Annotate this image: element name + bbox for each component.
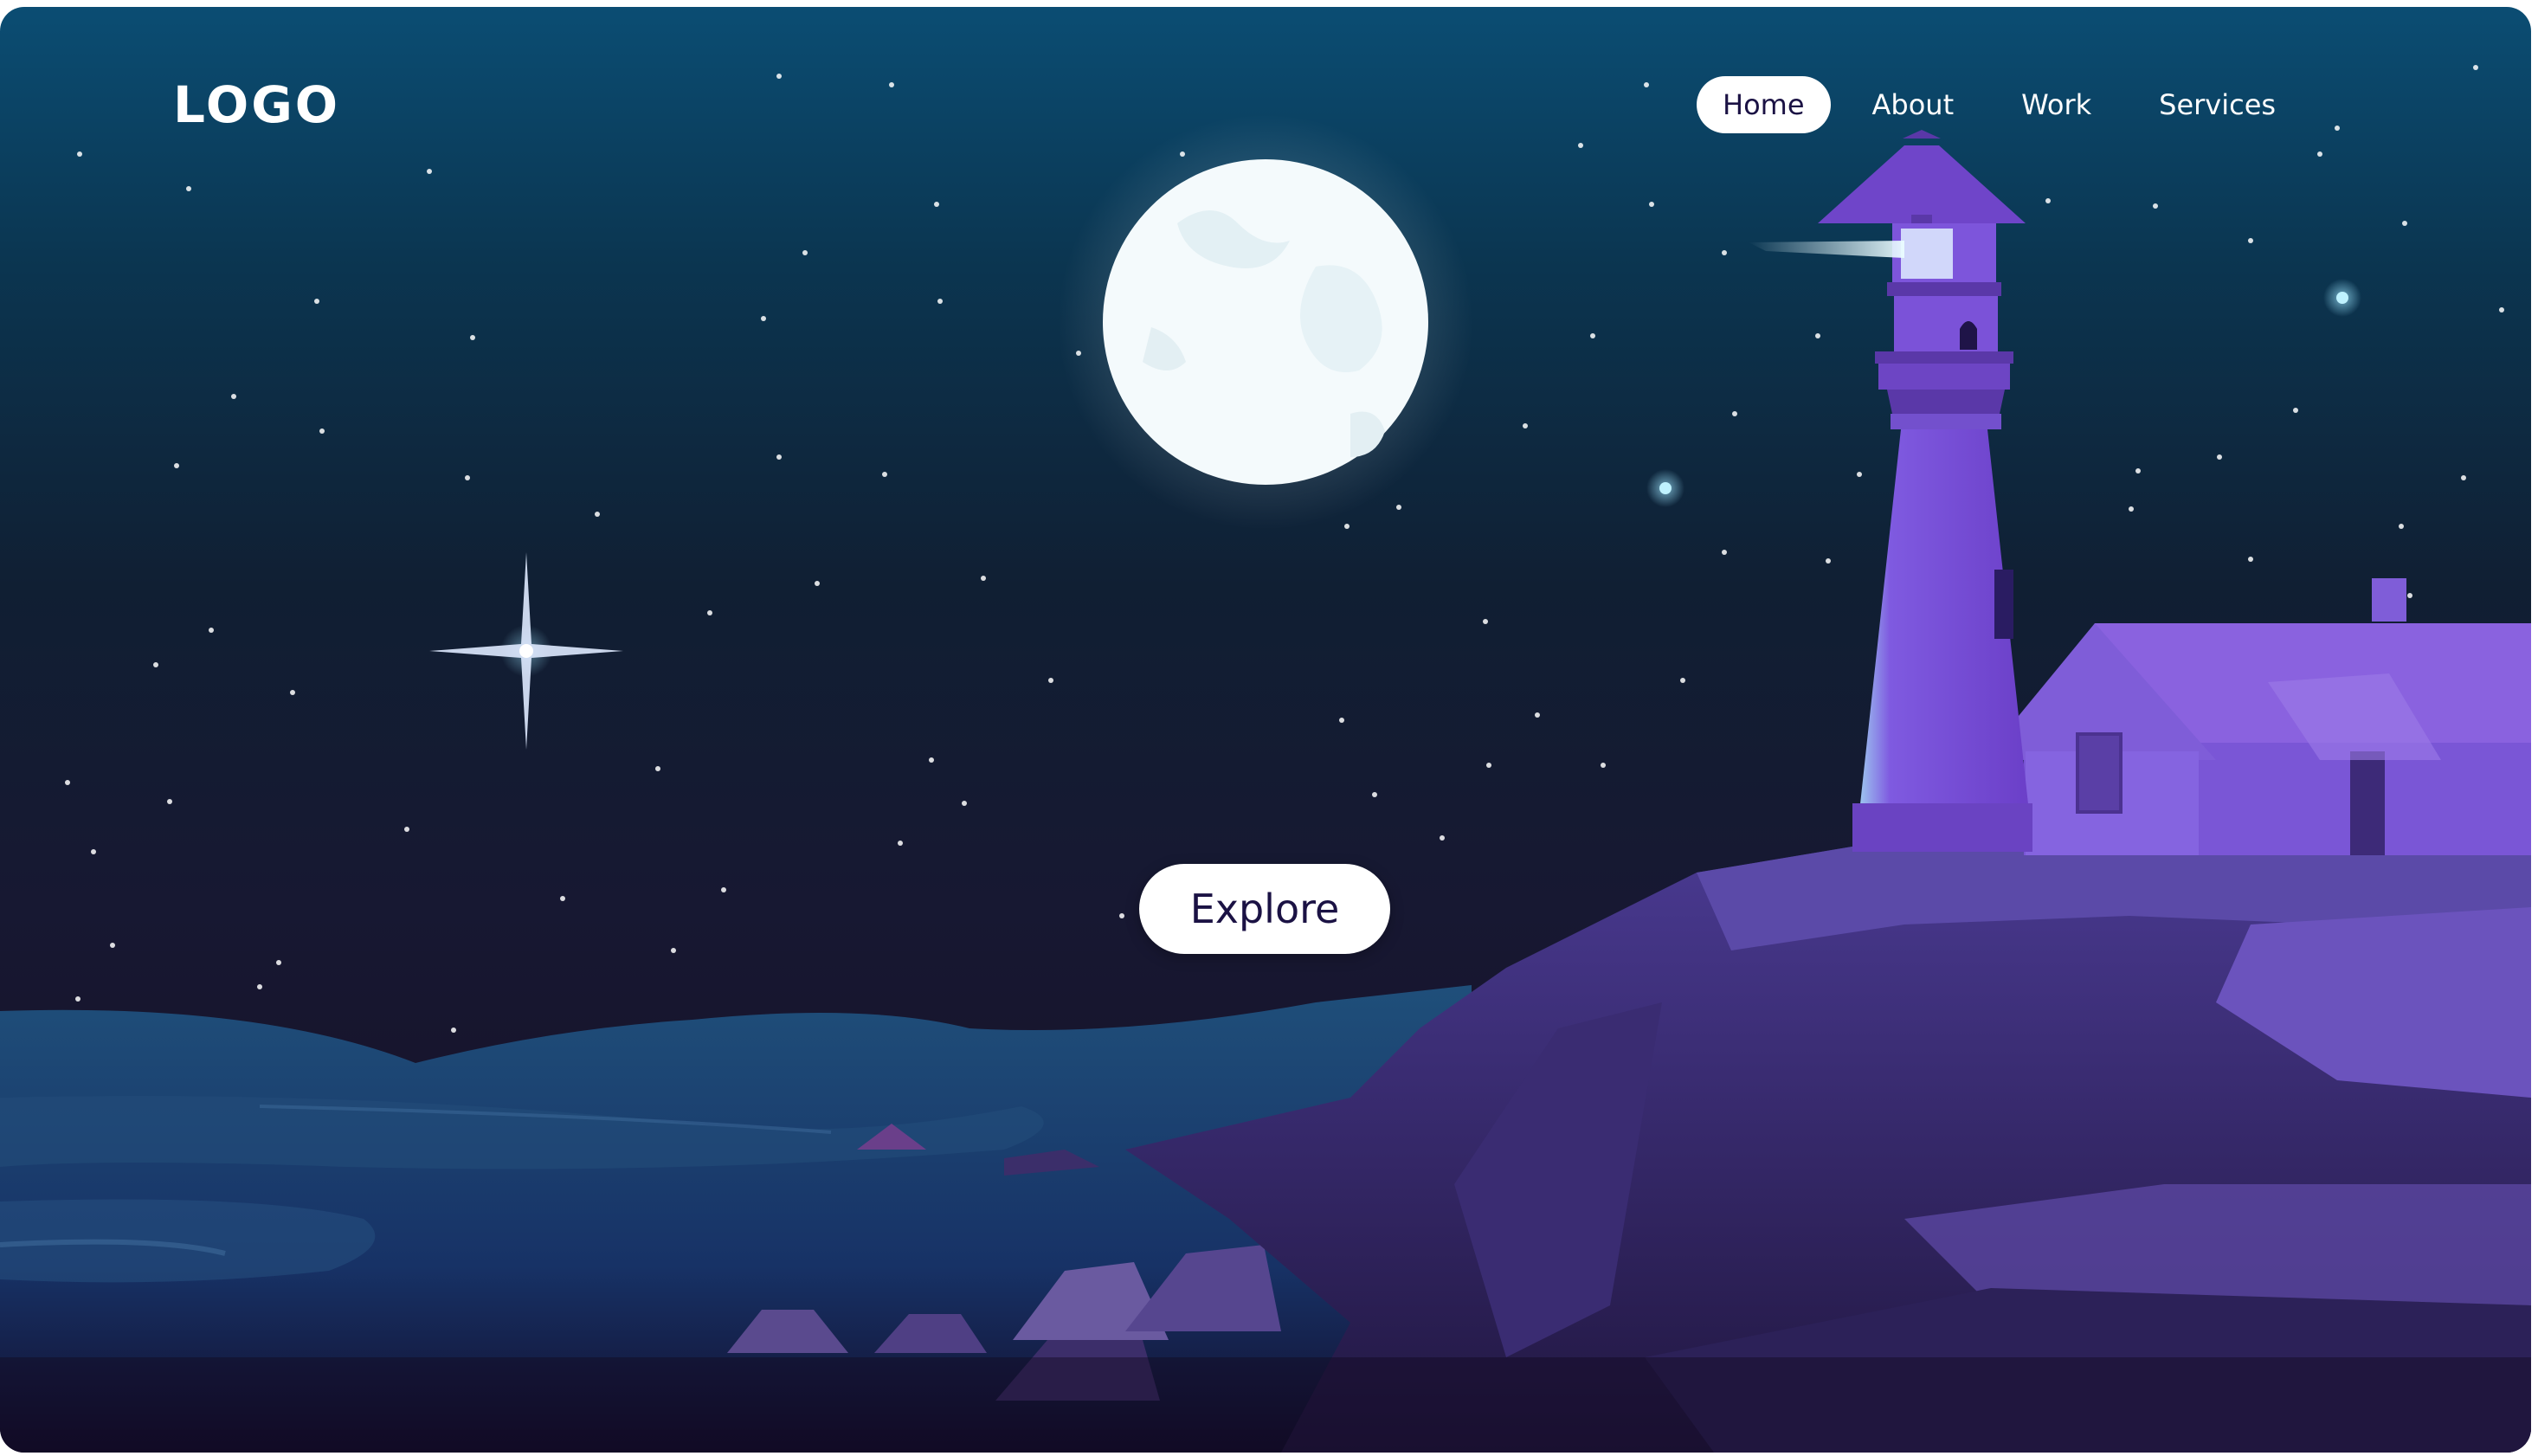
nav-item-services[interactable]: Services [2133, 76, 2302, 133]
site-logo[interactable]: LOGO [173, 74, 340, 135]
sparkle-star-icon [429, 552, 623, 750]
night-landscape-illustration [0, 65, 2531, 1453]
nav-item-about[interactable]: About [1846, 76, 1981, 133]
explore-button[interactable]: Explore [1139, 864, 1390, 954]
moon-illustration [1058, 114, 1473, 530]
main-navigation: Home About Work Services [1697, 74, 2302, 135]
keepers-house [1982, 578, 2531, 855]
nav-item-home[interactable]: Home [1697, 76, 1831, 133]
lighthouse-illustration [1749, 130, 2032, 852]
hero-frame: LOGO Home About Work Services Explore [0, 7, 2531, 1453]
nav-item-work[interactable]: Work [1995, 76, 2117, 133]
